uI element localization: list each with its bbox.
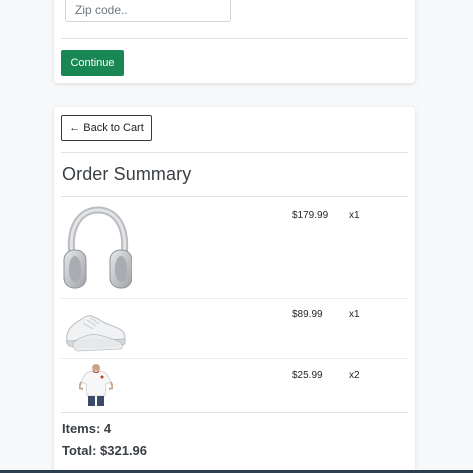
back-to-cart-button[interactable]: ← Back to Cart	[61, 115, 152, 141]
list-item: $25.99 x2	[61, 359, 408, 413]
continue-button[interactable]: Continue	[61, 50, 124, 76]
list-item: $89.99 x1	[61, 299, 408, 359]
item-quantity: x2	[349, 370, 360, 381]
item-quantity: x1	[349, 309, 360, 320]
tshirt-icon	[79, 364, 113, 406]
divider	[61, 152, 408, 153]
items-count: Items: 4	[62, 421, 112, 436]
headphones-icon	[63, 206, 132, 289]
zip-code-input[interactable]	[65, 0, 231, 22]
shipping-form-card: Continue	[54, 0, 415, 83]
item-price: $89.99	[292, 309, 323, 320]
order-summary-card: ← Back to Cart Order Summary $179.99 x1 …	[54, 107, 415, 473]
sneaker-icon	[65, 315, 126, 352]
order-total: Total: $321.96	[62, 443, 148, 458]
item-price: $25.99	[292, 370, 323, 381]
item-price: $179.99	[292, 210, 329, 221]
page-title: Order Summary	[62, 164, 192, 184]
checkout-page: Continue ← Back to Cart Order Summary	[0, 0, 473, 473]
form-divider	[61, 38, 408, 39]
list-item: $179.99 x1	[61, 197, 408, 299]
item-quantity: x1	[349, 210, 360, 221]
